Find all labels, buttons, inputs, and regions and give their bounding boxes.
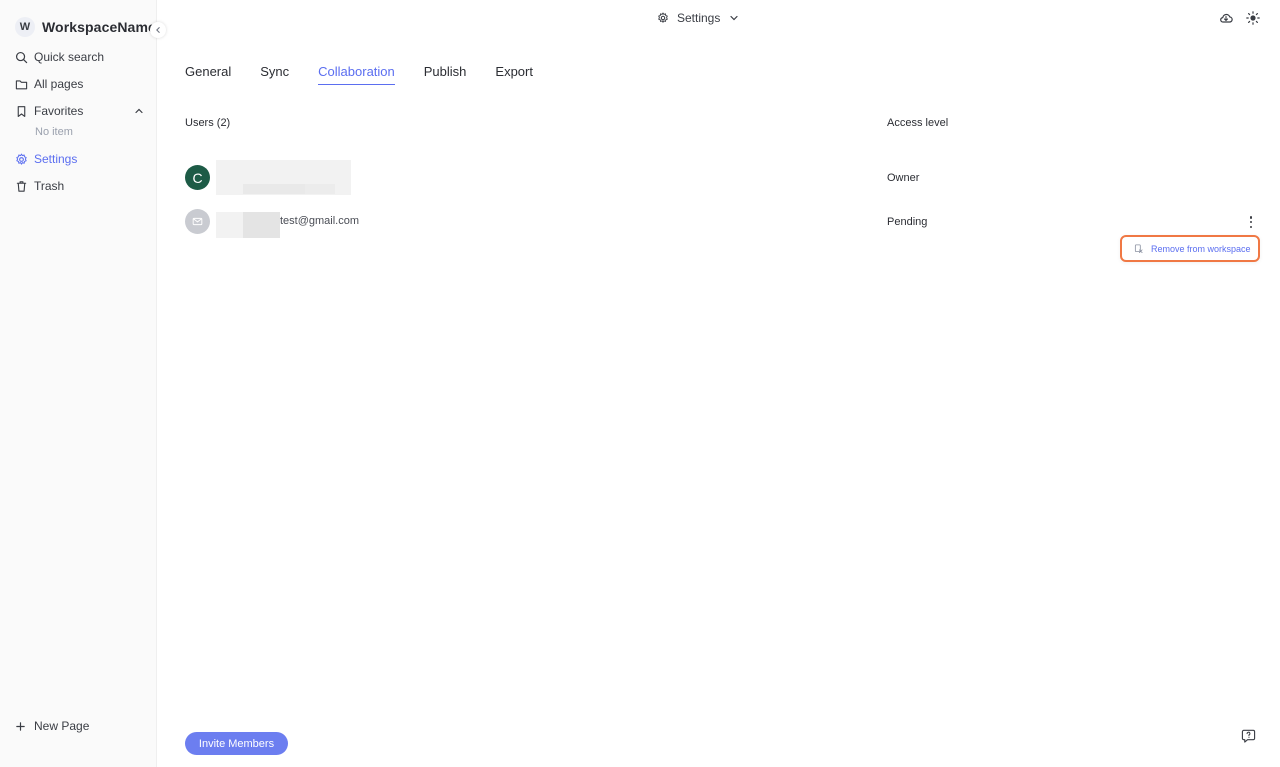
workspace-avatar: W — [15, 17, 35, 37]
sidebar-item-label: Quick search — [34, 50, 105, 64]
sidebar-item-label: Settings — [34, 152, 78, 166]
more-options-button[interactable] — [1245, 214, 1257, 230]
favorites-empty-text: No item — [35, 126, 73, 138]
remove-from-workspace-menu-item[interactable]: Remove from workspace — [1134, 244, 1251, 254]
access-level-pending: Pending — [887, 216, 928, 228]
redacted-email-prefix-part — [243, 212, 280, 238]
cloud-sync-icon[interactable] — [1219, 11, 1233, 25]
remove-from-workspace-label: Remove from workspace — [1151, 243, 1251, 254]
sun-icon[interactable] — [1246, 11, 1260, 25]
remove-user-icon — [1134, 244, 1143, 253]
sidebar-item-all-pages[interactable]: All pages — [15, 74, 83, 94]
sidebar-item-trash[interactable]: Trash — [15, 176, 64, 196]
gear-icon — [16, 153, 27, 165]
workspace-header[interactable]: W WorkspaceName — [15, 17, 156, 37]
chevron-down-icon — [730, 15, 738, 21]
tab-publish[interactable]: Publish — [424, 64, 467, 85]
avatar — [185, 209, 210, 234]
member-context-menu: Remove from workspace — [1120, 235, 1260, 262]
sidebar-item-label: Trash — [34, 179, 65, 193]
trash-icon — [16, 180, 27, 192]
users-header: Users (2) — [185, 117, 231, 129]
redacted-email-part — [305, 184, 335, 194]
chevron-up-icon[interactable] — [133, 105, 145, 117]
sidebar-item-label: Favorites — [34, 104, 84, 118]
chevron-left-icon — [156, 27, 160, 33]
sidebar-item-favorites[interactable]: Favorites — [15, 101, 83, 121]
folder-icon — [15, 79, 28, 89]
plus-icon — [16, 721, 25, 731]
new-page-button[interactable]: New Page — [15, 719, 89, 733]
redacted-email — [243, 184, 305, 194]
help-chat-icon[interactable] — [1241, 728, 1256, 743]
search-icon — [15, 51, 28, 63]
settings-tabs: General Sync Collaboration Publish Expor… — [185, 64, 562, 85]
new-page-label: New Page — [34, 719, 90, 733]
sidebar: W WorkspaceName Quick search All pages F… — [0, 0, 157, 767]
tab-collaboration[interactable]: Collaboration — [318, 64, 395, 85]
bookmark-icon — [17, 105, 26, 117]
collapse-sidebar-button[interactable] — [150, 22, 166, 38]
access-level-header: Access level — [887, 117, 949, 129]
avatar: C — [185, 165, 210, 190]
tab-export[interactable]: Export — [495, 64, 533, 85]
sidebar-item-quick-search[interactable]: Quick search — [15, 47, 104, 67]
sidebar-item-label: All pages — [34, 77, 84, 91]
sidebar-item-settings[interactable]: Settings — [15, 149, 77, 169]
member-email: test@gmail.com — [280, 215, 360, 227]
page-title-dropdown[interactable]: Settings — [657, 10, 740, 26]
tab-sync[interactable]: Sync — [260, 64, 289, 85]
tab-general[interactable]: General — [185, 64, 231, 85]
access-level-owner: Owner — [887, 172, 920, 184]
workspace-name: WorkspaceName — [42, 19, 156, 35]
page-title: Settings — [677, 11, 721, 25]
gear-icon — [658, 12, 668, 23]
invite-members-button[interactable]: Invite Members — [185, 732, 288, 755]
mail-icon — [192, 217, 203, 226]
